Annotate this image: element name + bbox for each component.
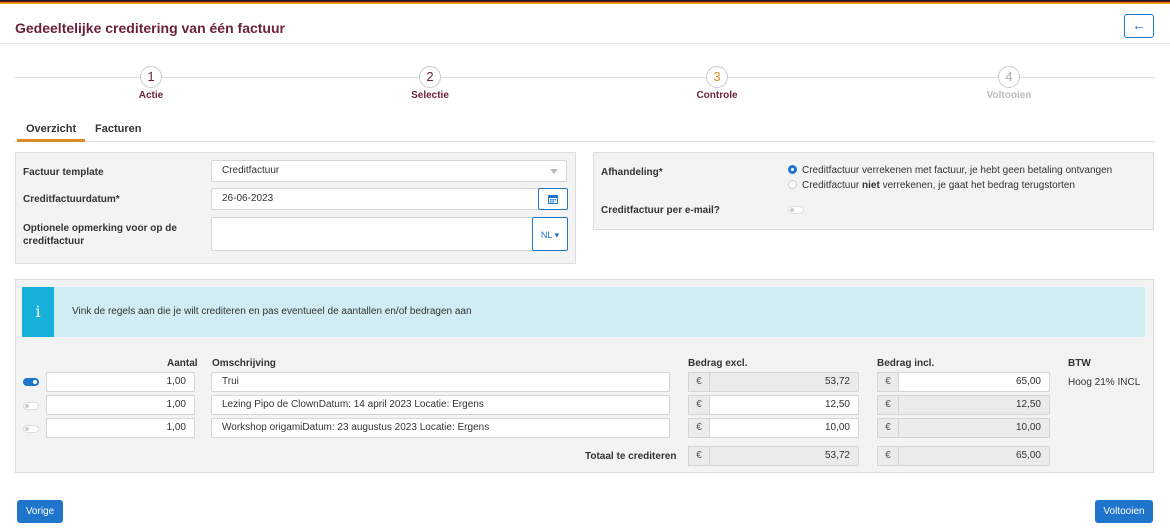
note-label: Optionele opmerking voor op de creditfac… xyxy=(23,223,177,247)
arrow-left-icon: ← xyxy=(1132,17,1146,33)
column-header-vat: BTW xyxy=(1068,358,1091,369)
wizard-step-controle[interactable]: 3 Controle xyxy=(657,66,777,101)
top-color-stripe xyxy=(0,0,1170,4)
note-textarea[interactable] xyxy=(211,217,534,251)
step-number: 4 xyxy=(998,66,1020,88)
wizard-step-voltooien: 4 Voltooien xyxy=(949,66,1069,101)
column-header-incl: Bedrag incl. xyxy=(877,358,935,369)
template-label: Factuur template xyxy=(23,167,104,178)
radio-label-bold: niet xyxy=(862,180,880,191)
step-label: Voltooien xyxy=(986,90,1032,101)
excl-input[interactable]: 10,00 xyxy=(709,418,859,438)
step-label: Selectie xyxy=(411,90,449,101)
euro-addon: € xyxy=(877,372,899,392)
row-toggle[interactable] xyxy=(23,425,39,433)
desc-input[interactable]: Lezing Pipo de ClownDatum: 14 april 2023… xyxy=(211,395,670,415)
qty-input[interactable]: 1,00 xyxy=(46,418,195,438)
step-label: Actie xyxy=(138,90,164,101)
euro-addon: € xyxy=(877,446,899,466)
row-toggle[interactable] xyxy=(23,402,39,410)
step-number: 1 xyxy=(140,66,162,88)
euro-addon: € xyxy=(688,395,710,415)
page-header: Gedeeltelijke creditering van één factuu… xyxy=(0,6,1170,44)
info-icon: i xyxy=(22,287,54,337)
radio-empty-icon xyxy=(788,180,797,189)
euro-addon: € xyxy=(688,372,710,392)
invoice-form-panel: Factuur template Creditfactuur Creditfac… xyxy=(15,152,576,264)
finish-button[interactable]: Voltooien xyxy=(1095,500,1153,523)
incl-input: 12,50 xyxy=(898,395,1050,415)
total-incl: 65,00 xyxy=(898,446,1050,466)
step-number: 2 xyxy=(419,66,441,88)
calendar-icon xyxy=(548,195,558,204)
desc-input[interactable]: Trui xyxy=(211,372,670,392)
chevron-down-icon xyxy=(550,169,558,174)
column-header-excl: Bedrag excl. xyxy=(688,358,748,369)
tab-bar: Overzicht Facturen xyxy=(15,120,1155,142)
language-value: NL xyxy=(540,230,553,240)
info-text: Vink de regels aan die je wilt creditere… xyxy=(72,306,472,317)
handling-label: Afhandeling* xyxy=(601,167,663,178)
radio-label-pre: Creditfactuur xyxy=(802,180,863,191)
tab-facturen[interactable]: Facturen xyxy=(86,123,150,142)
qty-input[interactable]: 1,00 xyxy=(46,372,195,392)
email-label: Creditfactuur per e-mail? xyxy=(601,205,720,216)
language-dropdown[interactable]: NL ▾ xyxy=(532,217,568,251)
radio-label: Creditfactuur verrekenen met factuur, je… xyxy=(802,165,1113,176)
date-label: Creditfactuurdatum* xyxy=(23,194,120,205)
euro-addon: € xyxy=(688,446,710,466)
calendar-button[interactable] xyxy=(538,188,568,210)
euro-addon: € xyxy=(688,418,710,438)
wizard-steps: 1 Actie 2 Selectie 3 Controle 4 Voltooie… xyxy=(15,66,1155,106)
email-toggle[interactable] xyxy=(788,206,804,214)
incl-input: 10,00 xyxy=(898,418,1050,438)
incl-input[interactable]: 65,00 xyxy=(898,372,1050,392)
vat-value: Hoog 21% INCL xyxy=(1068,377,1141,388)
info-alert: i Vink de regels aan die je wilt credite… xyxy=(22,287,1145,337)
column-header-qty: Aantal xyxy=(167,358,198,369)
back-button[interactable]: ← xyxy=(1124,14,1154,38)
wizard-step-actie[interactable]: 1 Actie xyxy=(91,66,211,101)
page-title: Gedeeltelijke creditering van één factuu… xyxy=(15,20,285,36)
date-input[interactable]: 26-06-2023 xyxy=(211,188,540,210)
excl-input[interactable]: 12,50 xyxy=(709,395,859,415)
total-excl: 53,72 xyxy=(709,446,859,466)
radio-niet-verrekenen[interactable]: Creditfactuur niet verrekenen, je gaat h… xyxy=(788,180,1075,191)
date-value: 26-06-2023 xyxy=(222,193,274,204)
radio-label-post: verrekenen, je gaat het bedrag terugstor… xyxy=(879,180,1075,191)
total-label: Totaal te crediteren xyxy=(585,451,677,462)
column-header-desc: Omschrijving xyxy=(212,358,276,369)
caret-down-icon: ▾ xyxy=(552,230,560,240)
qty-input[interactable]: 1,00 xyxy=(46,395,195,415)
template-select[interactable]: Creditfactuur xyxy=(211,160,567,182)
step-number: 3 xyxy=(706,66,728,88)
row-toggle[interactable] xyxy=(23,378,39,386)
radio-selected-icon xyxy=(788,165,797,174)
template-value: Creditfactuur xyxy=(222,165,280,176)
wizard-step-selectie[interactable]: 2 Selectie xyxy=(370,66,490,101)
excl-input: 53,72 xyxy=(709,372,859,392)
handling-panel: Afhandeling* Creditfactuur verrekenen me… xyxy=(593,152,1154,230)
prev-button[interactable]: Vorige xyxy=(17,500,63,523)
radio-verrekenen[interactable]: Creditfactuur verrekenen met factuur, je… xyxy=(788,165,1112,176)
euro-addon: € xyxy=(877,395,899,415)
step-label: Controle xyxy=(696,90,738,101)
tab-overzicht[interactable]: Overzicht xyxy=(17,123,86,142)
desc-input[interactable]: Workshop origamiDatum: 23 augustus 2023 … xyxy=(211,418,670,438)
euro-addon: € xyxy=(877,418,899,438)
